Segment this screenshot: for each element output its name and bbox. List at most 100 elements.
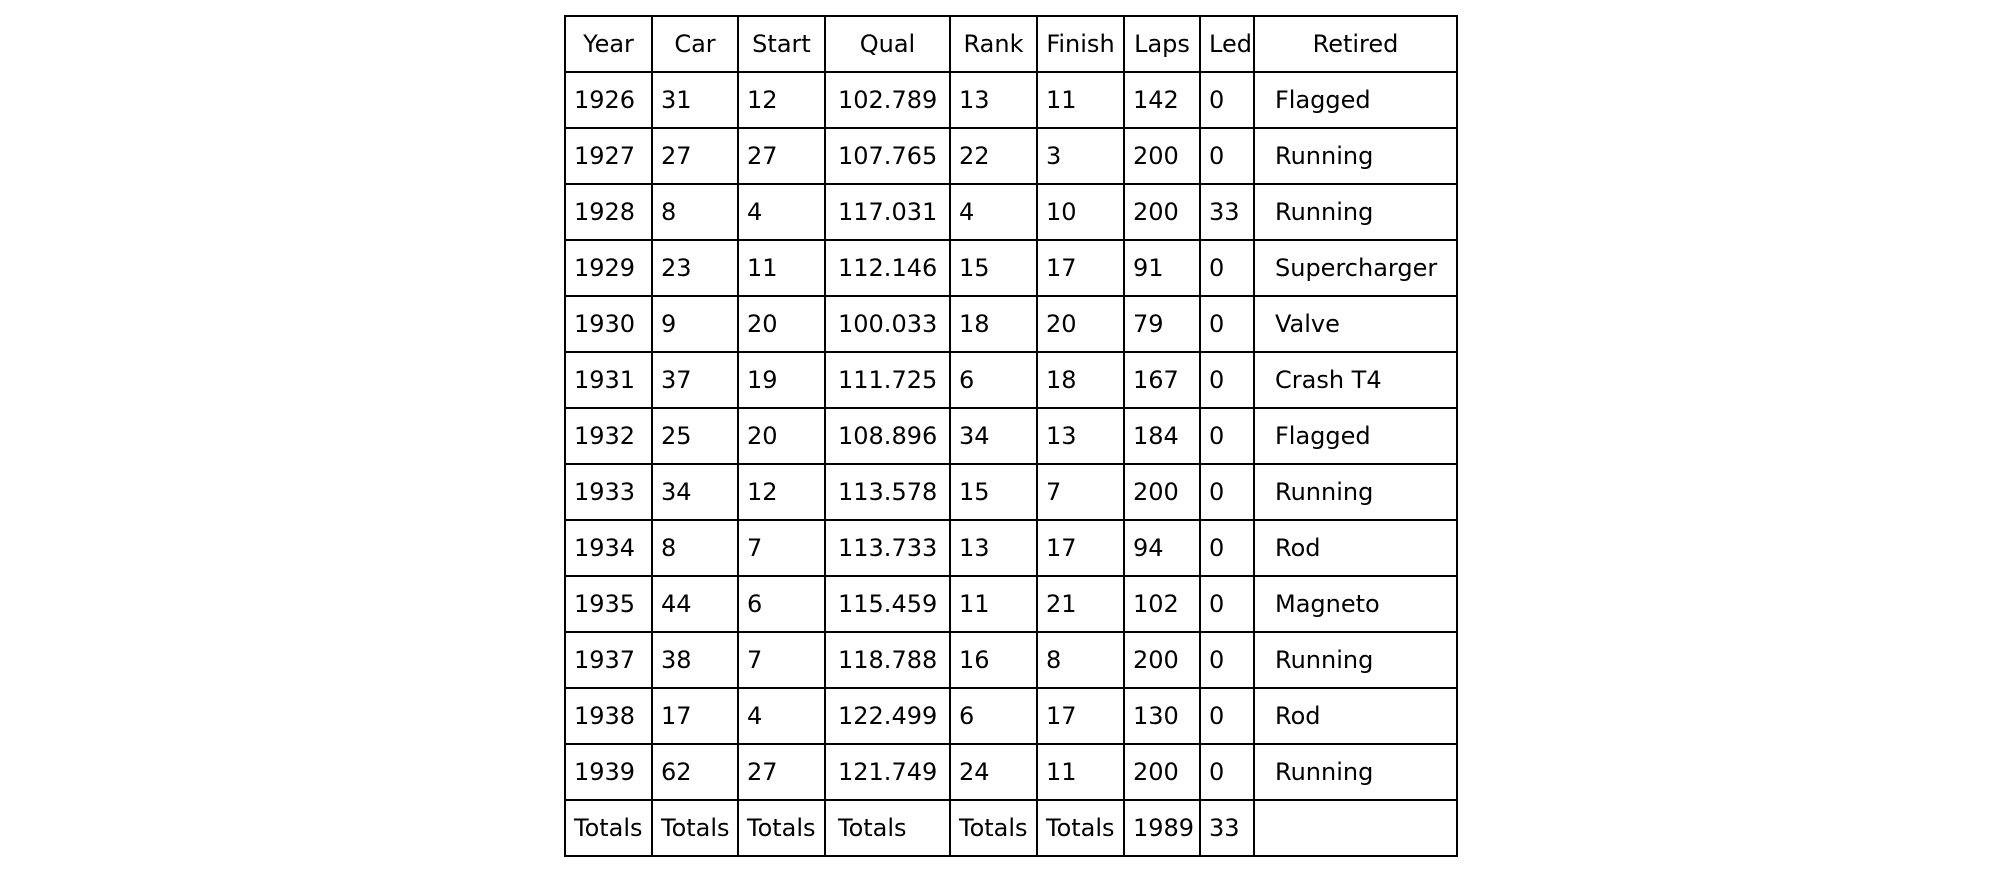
cell-laps: 94	[1123, 519, 1201, 577]
cell-start: 4	[737, 183, 826, 241]
cell-laps: 79	[1123, 295, 1201, 353]
cell-rank: 15	[949, 239, 1038, 297]
cell-laps: 102	[1123, 575, 1201, 633]
cell-led: 0	[1199, 407, 1255, 465]
cell-year: 1932	[564, 407, 653, 465]
cell-car: 38	[651, 631, 739, 689]
cell-led: 0	[1199, 519, 1255, 577]
cell-rank: 16	[949, 631, 1038, 689]
cell-finish: 11	[1036, 71, 1125, 129]
cell-rank: 15	[949, 463, 1038, 521]
cell-car: 62	[651, 743, 739, 801]
column-header-laps: Laps	[1123, 15, 1201, 73]
table-row: 1927 27 27 107.765 22 3 200 0 Running	[564, 127, 1458, 185]
cell-laps: 130	[1123, 687, 1201, 745]
cell-led: 0	[1199, 295, 1255, 353]
totals-row: Totals Totals Totals Totals Totals Totals 1989…	[564, 799, 1458, 857]
cell-car: 8	[651, 183, 739, 241]
cell-qual: 121.749	[824, 743, 951, 801]
cell-qual: 115.459	[824, 575, 951, 633]
cell-qual: 108.896	[824, 407, 951, 465]
cell-led: 33	[1199, 183, 1255, 241]
cell-retired: Magneto	[1253, 575, 1458, 633]
cell-retired	[1253, 799, 1458, 857]
cell-rank: 11	[949, 575, 1038, 633]
cell-car: 25	[651, 407, 739, 465]
table-row: 1931 37 19 111.725 6 18 167 0 Crash T4	[564, 351, 1458, 409]
table-row: 1935 44 6 115.459 11 21 102 0 Magneto	[564, 575, 1458, 633]
cell-retired: Rod	[1253, 519, 1458, 577]
results-table-container: Year Car Start Qual Rank Finish Laps Led Retired…	[564, 15, 1458, 857]
cell-car: 34	[651, 463, 739, 521]
header-row: Year Car Start Qual Rank Finish Laps Led Retired	[564, 15, 1458, 73]
cell-finish: 8	[1036, 631, 1125, 689]
cell-laps: 200	[1123, 463, 1201, 521]
cell-qual: 117.031	[824, 183, 951, 241]
cell-led: 0	[1199, 127, 1255, 185]
cell-qual: 112.146	[824, 239, 951, 297]
cell-start: 12	[737, 463, 826, 521]
cell-car: 31	[651, 71, 739, 129]
cell-start: 12	[737, 71, 826, 129]
cell-retired: Rod	[1253, 687, 1458, 745]
cell-start: 7	[737, 631, 826, 689]
cell-year: 1935	[564, 575, 653, 633]
cell-retired: Supercharger	[1253, 239, 1458, 297]
cell-rank: 18	[949, 295, 1038, 353]
cell-qual: 122.499	[824, 687, 951, 745]
cell-finish: 10	[1036, 183, 1125, 241]
cell-qual: 100.033	[824, 295, 951, 353]
cell-rank: 22	[949, 127, 1038, 185]
table-row: 1934 8 7 113.733 13 17 94 0 Rod	[564, 519, 1458, 577]
column-header-year: Year	[564, 15, 653, 73]
table-row: 1939 62 27 121.749 24 11 200 0 Running	[564, 743, 1458, 801]
cell-laps: 167	[1123, 351, 1201, 409]
cell-year: 1939	[564, 743, 653, 801]
cell-finish: 17	[1036, 687, 1125, 745]
column-header-car: Car	[651, 15, 739, 73]
cell-qual: 102.789	[824, 71, 951, 129]
cell-rank: 13	[949, 71, 1038, 129]
cell-finish: 21	[1036, 575, 1125, 633]
cell-year: 1931	[564, 351, 653, 409]
cell-rank: 24	[949, 743, 1038, 801]
cell-retired: Valve	[1253, 295, 1458, 353]
cell-finish: Totals	[1036, 799, 1125, 857]
cell-car: 8	[651, 519, 739, 577]
cell-qual: 113.578	[824, 463, 951, 521]
cell-rank: 6	[949, 351, 1038, 409]
cell-car: 44	[651, 575, 739, 633]
cell-car: 23	[651, 239, 739, 297]
cell-rank: 34	[949, 407, 1038, 465]
table-row: 1930 9 20 100.033 18 20 79 0 Valve	[564, 295, 1458, 353]
cell-start: Totals	[737, 799, 826, 857]
cell-retired: Running	[1253, 183, 1458, 241]
cell-qual: 107.765	[824, 127, 951, 185]
cell-start: 11	[737, 239, 826, 297]
cell-start: 27	[737, 127, 826, 185]
cell-retired: Crash T4	[1253, 351, 1458, 409]
cell-led: 0	[1199, 71, 1255, 129]
cell-finish: 13	[1036, 407, 1125, 465]
cell-laps: 200	[1123, 127, 1201, 185]
cell-retired: Flagged	[1253, 71, 1458, 129]
cell-qual: 113.733	[824, 519, 951, 577]
cell-qual: 118.788	[824, 631, 951, 689]
cell-led: 0	[1199, 351, 1255, 409]
cell-car: 17	[651, 687, 739, 745]
cell-rank: 6	[949, 687, 1038, 745]
cell-laps: 200	[1123, 183, 1201, 241]
cell-year: 1929	[564, 239, 653, 297]
cell-qual: Totals	[824, 799, 951, 857]
cell-year: 1934	[564, 519, 653, 577]
cell-laps: 142	[1123, 71, 1201, 129]
cell-laps: 200	[1123, 631, 1201, 689]
cell-laps: 1989	[1123, 799, 1201, 857]
cell-led: 33	[1199, 799, 1255, 857]
table-row: 1937 38 7 118.788 16 8 200 0 Running	[564, 631, 1458, 689]
table-body: 1926 31 12 102.789 13 11 142 0 Flagged 1927 27 27 10…	[564, 71, 1458, 857]
cell-car: Totals	[651, 799, 739, 857]
table-header: Year Car Start Qual Rank Finish Laps Led Retired	[564, 15, 1458, 73]
column-header-qual: Qual	[824, 15, 951, 73]
cell-start: 20	[737, 295, 826, 353]
